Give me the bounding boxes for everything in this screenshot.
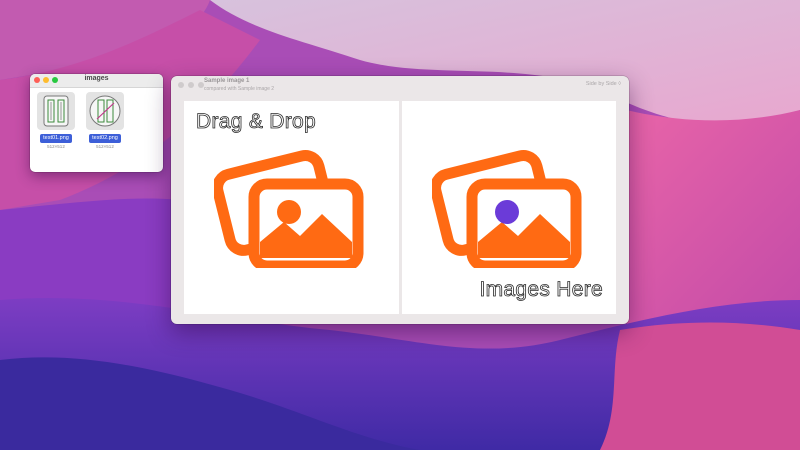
finder-title: images	[84, 75, 109, 82]
window-title: Sample image 1	[204, 78, 250, 84]
file-dimensions: 512×512	[96, 144, 114, 149]
finder-titlebar: images	[30, 74, 163, 88]
compare-app-window: Sample image 1 compared with Sample imag…	[171, 76, 629, 324]
app-titlebar: Sample image 1 compared with Sample imag…	[171, 76, 629, 98]
comparison-panes: Drag & Drop Images Here	[184, 101, 616, 314]
drop-hint-text: Drag & Drop	[196, 110, 317, 134]
image-thumbnail-icon	[86, 92, 124, 130]
file-name: test02.png	[89, 134, 121, 143]
right-drop-zone[interactable]: Images Here	[401, 101, 616, 314]
file-item-test01[interactable]: test01.png 512×512	[36, 92, 76, 149]
left-drop-zone[interactable]: Drag & Drop	[184, 101, 399, 314]
drop-hint-text: Images Here	[479, 278, 603, 302]
window-subtitle: compared with Sample image 2	[204, 86, 275, 92]
file-name: test01.png	[40, 134, 72, 143]
file-item-test02[interactable]: test02.png 512×512	[85, 92, 125, 149]
view-mode-selector[interactable]: Side by Side ◊	[586, 81, 621, 87]
file-grid: test01.png 512×512 test02.png 512×512	[36, 92, 125, 149]
minimize-button[interactable]	[188, 82, 194, 88]
window-controls	[178, 82, 204, 88]
photos-icon	[214, 149, 364, 268]
close-button[interactable]	[178, 82, 184, 88]
image-thumbnail-icon	[37, 92, 75, 130]
finder-window: images test01.png 512×512 test02.png 512…	[30, 74, 163, 172]
file-dimensions: 512×512	[47, 144, 65, 149]
photos-icon	[431, 149, 581, 268]
